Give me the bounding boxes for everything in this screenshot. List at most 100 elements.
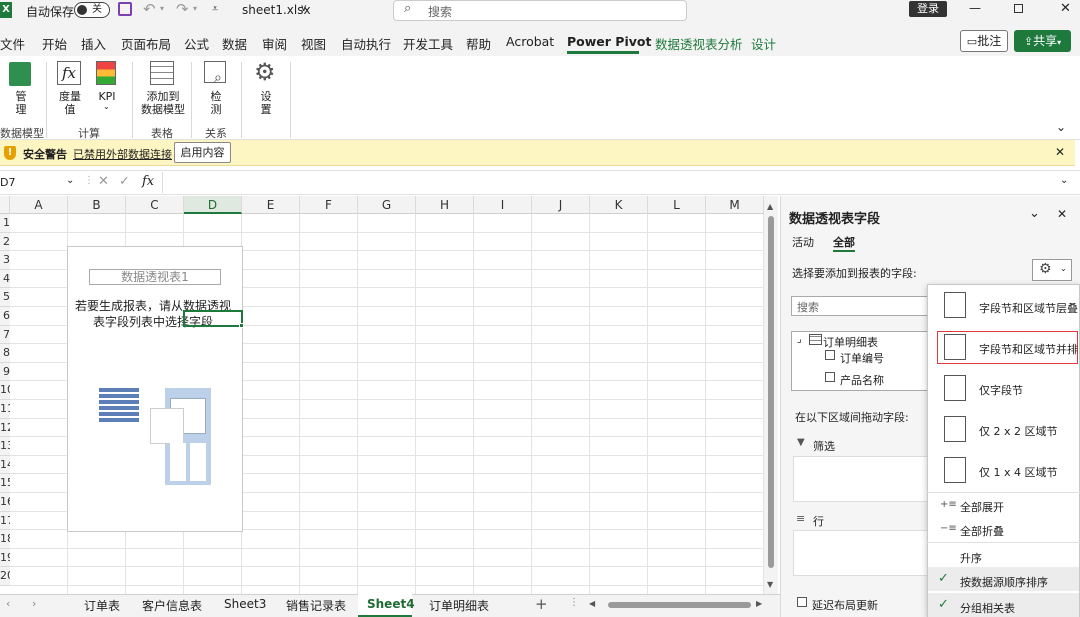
menu-page-layout[interactable]: 页面布局 [121, 34, 171, 53]
menu-data[interactable]: 数据 [222, 34, 247, 53]
menu-design[interactable]: 设计 [751, 34, 776, 53]
tab-scroll-right-icon[interactable]: › [32, 597, 36, 610]
sheet-tab-order-details[interactable]: 订单明细表 [429, 597, 489, 614]
row-header[interactable]: 6 [0, 307, 10, 326]
sheet-tab-sheet4[interactable]: Sheet4 [367, 597, 415, 611]
menu-help[interactable]: 帮助 [466, 34, 491, 53]
hscroll-right-icon[interactable]: ▶ [756, 599, 762, 608]
pane-close-icon[interactable]: ✕ [1057, 207, 1067, 221]
column-header[interactable]: H [416, 196, 474, 214]
name-box-dropdown-icon[interactable]: ⌄ [66, 175, 74, 186]
row-header[interactable]: 19 [0, 548, 10, 568]
column-header[interactable]: F [300, 196, 358, 214]
column-header[interactable]: E [242, 196, 300, 214]
insert-function-icon[interactable]: fx [142, 174, 154, 189]
scroll-up-icon[interactable]: ▲ [767, 202, 773, 211]
redo-icon[interactable]: ↷ [176, 0, 189, 18]
filter-area-box[interactable] [793, 456, 929, 502]
row-header[interactable]: 1 [0, 214, 10, 233]
row-header[interactable]: 16 [0, 493, 10, 512]
defer-update-checkbox[interactable] [797, 597, 807, 607]
selection-handle[interactable] [239, 323, 244, 328]
row-header[interactable]: 12 [0, 418, 10, 438]
column-header[interactable]: D [184, 196, 242, 214]
menu-view[interactable]: 视图 [301, 34, 326, 53]
row-header[interactable]: 4 [0, 269, 10, 289]
menu-item-collapse-all[interactable]: 全部折叠 [960, 523, 1004, 539]
scroll-thumb[interactable] [768, 216, 774, 568]
kpi-icon[interactable] [96, 61, 116, 85]
ribbon-collapse-icon[interactable]: ⌄ [1056, 120, 1066, 134]
menu-developer[interactable]: 开发工具 [403, 34, 453, 53]
measures-button[interactable]: 度量 值 [58, 90, 82, 116]
enable-content-button[interactable]: 启用内容 [174, 142, 231, 163]
pane-options-chevron-icon[interactable]: ⌄ [1029, 206, 1040, 221]
column-header[interactable]: G [358, 196, 416, 214]
menu-item-fields-only[interactable]: 仅字段节 [979, 382, 1023, 398]
comment-button[interactable]: ▭批注 [960, 30, 1008, 52]
row-header[interactable]: 7 [0, 325, 10, 345]
horizontal-scroll-thumb[interactable] [608, 602, 751, 608]
add-to-data-model-button[interactable]: 添加到 数据模型 [140, 90, 186, 116]
menu-item-sort-data-source[interactable]: 按数据源顺序排序 [960, 574, 1048, 590]
selected-cell[interactable] [183, 310, 243, 327]
close-window-icon[interactable]: ✕ [1060, 1, 1071, 16]
login-button[interactable]: 登录 [909, 1, 947, 17]
security-message-link[interactable]: 已禁用外部数据连接 [73, 146, 172, 162]
column-header[interactable]: A [10, 196, 68, 214]
sheet-tab-sheet3[interactable]: Sheet3 [224, 597, 266, 611]
menu-review[interactable]: 审阅 [262, 34, 287, 53]
name-box[interactable]: D7 [0, 176, 58, 189]
enter-icon[interactable]: ✓ [119, 174, 130, 189]
menu-item-expand-all[interactable]: 全部展开 [960, 499, 1004, 515]
settings-button[interactable]: 设 置 [258, 90, 274, 116]
row-header[interactable]: 9 [0, 362, 10, 382]
restore-icon[interactable] [1014, 4, 1023, 13]
field-checkbox-order-no[interactable] [825, 350, 835, 360]
customize-quick-access-icon[interactable]: ⩡ [212, 2, 218, 16]
row-header[interactable]: 5 [0, 288, 10, 307]
minimize-icon[interactable]: — [969, 1, 981, 15]
column-header[interactable]: I [474, 196, 532, 214]
row-header[interactable]: 11 [0, 400, 10, 419]
scroll-down-icon[interactable]: ▼ [767, 580, 773, 589]
row-header[interactable]: 17 [0, 511, 10, 531]
column-header[interactable]: L [648, 196, 706, 214]
manage-icon[interactable] [9, 62, 31, 86]
row-header[interactable]: 10 [0, 381, 10, 400]
row-header[interactable]: 2 [0, 232, 10, 252]
row-header[interactable]: 8 [0, 344, 10, 363]
field-checkbox-product-name[interactable] [825, 372, 835, 382]
row-header[interactable]: 13 [0, 437, 10, 456]
column-header[interactable]: J [532, 196, 590, 214]
menu-formulas[interactable]: 公式 [184, 34, 209, 53]
column-header[interactable]: K [590, 196, 648, 214]
tools-button[interactable]: ⚙ ⌄ [1032, 259, 1072, 281]
menu-power-pivot[interactable]: Power Pivot [567, 34, 651, 49]
menu-item-layout-side-by-side[interactable]: 字段节和区域节并排 [979, 341, 1078, 357]
menu-home[interactable]: 开始 [42, 34, 67, 53]
close-warning-icon[interactable]: ✕ [1055, 145, 1065, 159]
measures-icon[interactable]: fx [57, 61, 81, 85]
save-icon[interactable] [118, 2, 132, 16]
select-all-corner[interactable] [0, 196, 10, 214]
sheet-tab-customers[interactable]: 客户信息表 [142, 597, 202, 614]
tab-active-fields[interactable]: 活动 [792, 234, 814, 250]
menu-insert[interactable]: 插入 [81, 34, 106, 53]
tab-all-fields[interactable]: 全部 [833, 234, 855, 250]
tab-scroll-left-icon[interactable]: ‹ [6, 597, 10, 610]
table-icon[interactable] [150, 61, 174, 85]
formula-expand-icon[interactable]: ⌄ [1060, 175, 1068, 186]
vertical-scrollbar[interactable]: ▲ ▼ [764, 196, 778, 594]
row-header[interactable]: 3 [0, 251, 10, 270]
menu-item-sort-ascending[interactable]: 升序 [960, 550, 982, 566]
menu-acrobat[interactable]: Acrobat [506, 34, 554, 49]
column-header[interactable]: C [126, 196, 184, 214]
manage-button[interactable]: 管 理 [12, 90, 30, 116]
row-header[interactable]: 15 [0, 474, 10, 493]
row-header[interactable]: 20 [0, 567, 10, 586]
pivot-table-placeholder[interactable] [67, 246, 243, 532]
sheet-tab-sales[interactable]: 销售记录表 [286, 597, 346, 614]
row-header[interactable]: 14 [0, 455, 10, 475]
share-button[interactable]: ⇪共享▾ [1014, 30, 1071, 52]
